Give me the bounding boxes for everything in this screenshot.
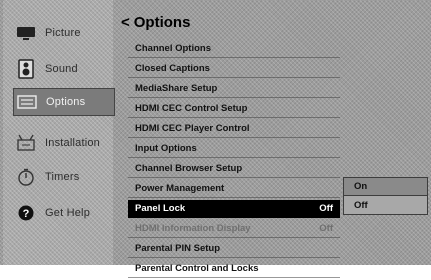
submenu-option-off[interactable]: Off bbox=[344, 196, 427, 214]
sidebar-item-label: Picture bbox=[45, 27, 81, 39]
panel-lock-submenu: On Off bbox=[343, 177, 428, 215]
menu-item-channel-options[interactable]: Channel Options bbox=[128, 40, 340, 58]
sidebar-item-label: Timers bbox=[45, 171, 80, 183]
submenu-option-on[interactable]: On bbox=[344, 178, 427, 196]
menu-item-value: Off bbox=[319, 223, 333, 234]
menu-item-label: Panel Lock bbox=[135, 203, 186, 214]
menu-item-hdmi-information-display: HDMI Information Display Off bbox=[128, 220, 340, 238]
menu-item-panel-lock[interactable]: Panel Lock Off bbox=[128, 200, 340, 218]
page-title-text: Options bbox=[133, 14, 191, 31]
menu-item-label: MediaShare Setup bbox=[135, 83, 218, 94]
menu-item-label: Closed Captions bbox=[135, 63, 210, 74]
installation-icon bbox=[15, 134, 37, 152]
options-icon bbox=[16, 93, 38, 111]
menu-item-hdmi-cec-control-setup[interactable]: HDMI CEC Control Setup bbox=[128, 100, 340, 118]
menu-item-label: HDMI Information Display bbox=[135, 223, 251, 234]
menu-item-parental-pin-setup[interactable]: Parental PIN Setup bbox=[128, 240, 340, 258]
sidebar-item-options[interactable]: Options bbox=[13, 88, 115, 116]
sidebar-item-installation[interactable]: Installation bbox=[15, 128, 115, 158]
menu-item-channel-browser-setup[interactable]: Channel Browser Setup bbox=[128, 160, 340, 178]
menu-item-label: Channel Options bbox=[135, 43, 211, 54]
menu-item-parental-control-and-locks[interactable]: Parental Control and Locks bbox=[128, 260, 340, 278]
menu-item-hdmi-cec-player-control[interactable]: HDMI CEC Player Control bbox=[128, 120, 340, 138]
sidebar-item-sound[interactable]: Sound bbox=[15, 54, 115, 84]
menu-item-mediashare-setup[interactable]: MediaShare Setup bbox=[128, 80, 340, 98]
sidebar-item-get-help[interactable]: ? Get Help bbox=[15, 198, 115, 228]
menu-item-label: HDMI CEC Control Setup bbox=[135, 103, 248, 114]
options-menu: Channel Options Closed Captions MediaSha… bbox=[128, 40, 340, 280]
menu-item-label: Parental PIN Setup bbox=[135, 243, 220, 254]
menu-item-value: Off bbox=[319, 203, 333, 214]
menu-item-closed-captions[interactable]: Closed Captions bbox=[128, 60, 340, 78]
sidebar-item-picture[interactable]: Picture bbox=[15, 18, 115, 48]
menu-item-label: Power Management bbox=[135, 183, 225, 194]
back-icon[interactable]: < bbox=[121, 14, 130, 31]
page-title: < Options bbox=[121, 14, 190, 31]
timer-icon bbox=[15, 168, 37, 186]
sidebar-item-label: Sound bbox=[45, 63, 78, 75]
sidebar-item-timers[interactable]: Timers bbox=[15, 162, 115, 192]
tv-icon bbox=[15, 24, 37, 42]
help-icon: ? bbox=[15, 204, 37, 222]
sidebar-item-label: Get Help bbox=[45, 207, 91, 219]
menu-item-label: Input Options bbox=[135, 143, 197, 154]
menu-item-power-management[interactable]: Power Management bbox=[128, 180, 340, 198]
menu-item-label: Channel Browser Setup bbox=[135, 163, 243, 174]
speaker-icon bbox=[15, 59, 37, 79]
svg-text:?: ? bbox=[23, 208, 30, 220]
menu-item-input-options[interactable]: Input Options bbox=[128, 140, 340, 158]
sidebar-item-label: Options bbox=[46, 96, 86, 108]
sidebar-item-label: Installation bbox=[45, 137, 100, 149]
sidebar: Picture Sound Options Installation Timer… bbox=[3, 0, 115, 265]
menu-item-label: HDMI CEC Player Control bbox=[135, 123, 250, 134]
